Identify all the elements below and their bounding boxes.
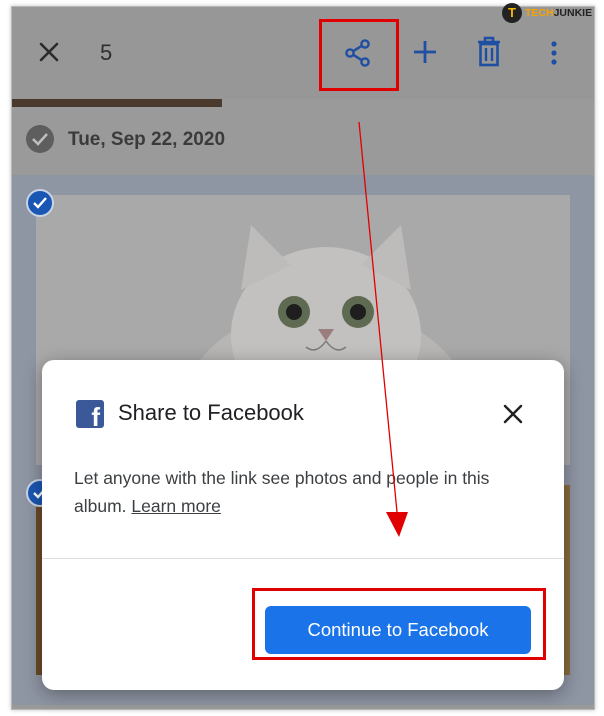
date-group-header: Tue, Sep 22, 2020 <box>12 119 594 159</box>
close-icon[interactable] <box>34 37 64 67</box>
dialog-body: Let anyone with the link see photos and … <box>74 464 522 520</box>
watermark-brand-suffix: JUNKIE <box>553 7 593 19</box>
watermark-brand-prefix: TECH <box>525 7 554 19</box>
selected-count: 5 <box>100 40 113 65</box>
dialog-title: Share to Facebook <box>118 400 304 425</box>
trash-icon[interactable] <box>474 35 504 69</box>
continue-highlight-box <box>252 588 546 660</box>
share-highlight-box <box>319 19 399 91</box>
close-icon[interactable] <box>501 402 525 426</box>
date-label: Tue, Sep 22, 2020 <box>68 129 226 150</box>
photo-selected-check-icon[interactable] <box>26 189 54 217</box>
learn-more-link[interactable]: Learn more <box>131 496 221 516</box>
facebook-icon: f <box>76 400 104 430</box>
dialog-divider <box>42 558 564 559</box>
techjunkie-watermark: T TECH JUNKIE <box>502 3 592 23</box>
photo-thumbnail-edge <box>12 99 222 107</box>
watermark-badge: T <box>502 3 522 23</box>
add-icon[interactable] <box>410 37 440 67</box>
group-check-icon[interactable] <box>26 125 54 153</box>
more-vert-icon[interactable] <box>544 37 564 69</box>
